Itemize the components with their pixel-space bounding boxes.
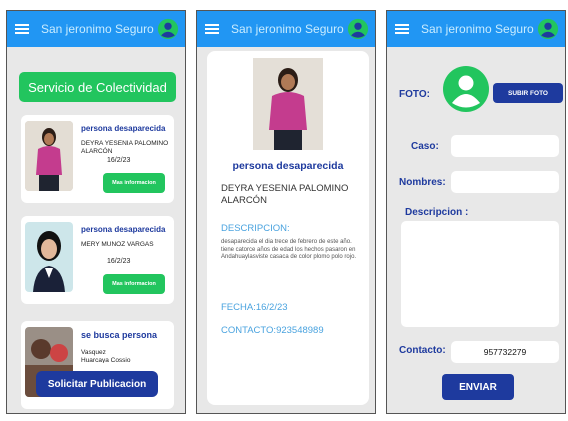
detail-card: persona desaparecida DEYRA YESENIA PALOM… [207, 51, 369, 405]
description-label: DESCRIPCION: [221, 223, 290, 234]
account-icon[interactable] [347, 18, 369, 40]
menu-icon[interactable] [205, 24, 219, 34]
app-title: San jeronimo Seguro [41, 22, 154, 36]
app-bar: San jeronimo Seguro [387, 11, 565, 47]
description-text: desaparecida el dia trece de febrero de … [221, 239, 357, 261]
request-publication-button[interactable]: Solicitar Publicacion [36, 371, 158, 397]
card-title: persona desaparecida [81, 124, 166, 133]
menu-icon[interactable] [15, 24, 29, 34]
card-name: Vasquez Huarcaya Cossio [81, 349, 131, 363]
card-date: 16/2/23 [107, 258, 131, 265]
card-name: MERY MUÑOZ VARGAS [81, 241, 154, 248]
form-screen: San jeronimo Seguro FOTO: SUBIR FOTO Cas… [386, 10, 566, 414]
names-field[interactable] [451, 171, 559, 193]
contact-label: Contacto: [399, 345, 446, 356]
feed-screen: San jeronimo Seguro Servicio de Colectiv… [6, 10, 186, 414]
person-photo [25, 121, 73, 191]
service-button[interactable]: Servicio de Colectividad [19, 72, 176, 102]
description-field[interactable] [401, 221, 559, 327]
card-title: se busca persona [81, 330, 158, 340]
card-title: persona desaparecida [81, 225, 166, 234]
description-label: Descripcion : [405, 207, 469, 218]
upload-photo-button[interactable]: SUBIR FOTO [493, 83, 563, 103]
detail-name: DEYRA YESENIA PALOMINO ALARCÓN [221, 183, 349, 206]
photo-label: FOTO: [399, 89, 430, 100]
contact-text: CONTACTO:923548989 [221, 325, 324, 336]
more-info-button[interactable]: Mas informacion [103, 274, 165, 294]
case-label: Caso: [411, 141, 439, 152]
card-name: DEYRA YESENIA PALOMINO ALARCÓN [81, 140, 169, 154]
account-icon[interactable] [537, 18, 559, 40]
list-item[interactable]: persona desaparecida DEYRA YESENIA PALOM… [21, 115, 174, 203]
send-button[interactable]: ENVIAR [442, 374, 514, 400]
list-item[interactable]: persona desaparecida MERY MUÑOZ VARGAS 1… [21, 216, 174, 304]
app-title: San jeronimo Seguro [231, 22, 344, 36]
case-field[interactable] [451, 135, 559, 157]
profile-photo-icon[interactable] [443, 66, 489, 112]
more-info-button[interactable]: Mas informacion [103, 173, 165, 193]
contact-field[interactable]: 957732279 [451, 341, 559, 363]
detail-screen: San jeronimo Seguro persona desaparecida… [196, 10, 376, 414]
menu-icon[interactable] [395, 24, 409, 34]
app-bar: San jeronimo Seguro [7, 11, 185, 47]
person-photo [253, 58, 323, 150]
person-photo [25, 222, 73, 292]
card-date: 16/2/23 [107, 157, 131, 164]
names-label: Nombres: [399, 177, 446, 188]
detail-title: persona desaparecida [232, 160, 344, 172]
account-icon[interactable] [157, 18, 179, 40]
app-title: San jeronimo Seguro [421, 22, 534, 36]
date-text: FECHA:16/2/23 [221, 302, 288, 313]
app-bar: San jeronimo Seguro [197, 11, 375, 47]
